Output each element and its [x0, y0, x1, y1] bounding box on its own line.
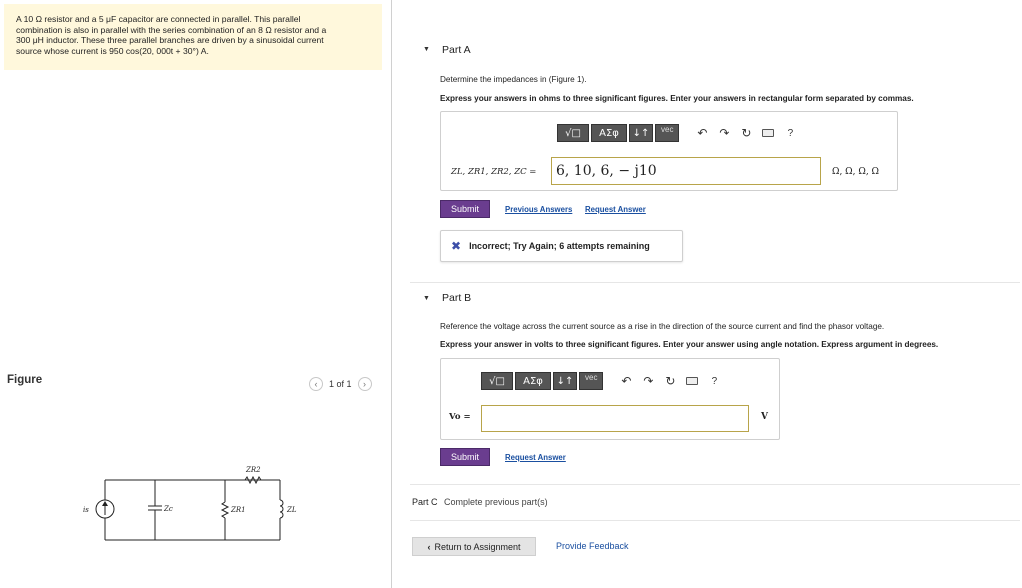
part-c-title: Part C: [412, 497, 438, 507]
vec-button[interactable]: vec: [655, 124, 680, 142]
part-b-caret-icon[interactable]: ▼: [423, 295, 430, 302]
keyboard-icon[interactable]: [757, 124, 779, 142]
part-a-submit-button[interactable]: Submit: [440, 200, 490, 218]
part-b-answer-input[interactable]: [481, 405, 749, 432]
greek-button[interactable]: ΑΣφ: [591, 124, 627, 142]
keyboard-icon[interactable]: [681, 372, 703, 390]
zr1-label: ZR1: [230, 506, 246, 514]
previous-answers-link[interactable]: Previous Answers: [505, 205, 572, 214]
part-b-express: Express your answer in volts to three si…: [440, 340, 939, 349]
greek-button[interactable]: ΑΣφ: [515, 372, 551, 390]
reset-icon[interactable]: ↻: [659, 372, 681, 390]
undo-icon[interactable]: ↶: [615, 372, 637, 390]
part-a-caret-icon[interactable]: ▼: [423, 46, 430, 53]
figure-pager: ‹ 1 of 1 ›: [309, 376, 372, 392]
part-b-request-answer-link[interactable]: Request Answer: [505, 453, 566, 462]
part-b-submit-button[interactable]: Submit: [440, 448, 490, 466]
arrows-button[interactable]: ↓↑: [553, 372, 577, 390]
problem-statement: A 10 Ω resistor and a 5 μF capacitor are…: [4, 4, 382, 70]
provide-feedback-link[interactable]: Provide Feedback: [556, 541, 629, 551]
help-icon[interactable]: ?: [779, 124, 801, 142]
zr2-label: ZR2: [245, 466, 261, 474]
return-to-assignment-button[interactable]: ‹ Return to Assignment: [412, 537, 536, 556]
chevron-right-icon[interactable]: ›: [357, 377, 372, 391]
part-a-answer-box: √□ ΑΣφ ↓↑ vec ↶ ↷ ↻ ? ZL, ZR1, ZR2, ZC =…: [440, 111, 898, 191]
problem-line: combination is also in parallel with the…: [16, 24, 327, 35]
left-panel: A 10 Ω resistor and a 5 μF capacitor are…: [0, 0, 392, 588]
part-a-instruction: Determine the impedances in (Figure 1).: [440, 75, 587, 84]
undo-icon[interactable]: ↶: [691, 124, 713, 142]
part-a-answer-input[interactable]: 6, 10, 6, − j10: [551, 157, 821, 185]
part-a-math-label: ZL, ZR1, ZR2, ZC =: [451, 167, 537, 177]
redo-icon[interactable]: ↷: [713, 124, 735, 142]
part-a-units: Ω, Ω, Ω, Ω: [832, 167, 880, 177]
separator: [410, 484, 1020, 485]
arrows-button[interactable]: ↓↑: [629, 124, 653, 142]
templates-button[interactable]: √□: [557, 124, 589, 142]
part-a-express: Express your answers in ohms to three si…: [440, 94, 914, 103]
part-b-math-label: Vo =: [449, 412, 471, 422]
part-c-row: Part C Complete previous part(s): [412, 497, 548, 507]
separator: [410, 282, 1020, 283]
part-b-toolbar: √□ ΑΣφ ↓↑ vec ↶ ↷ ↻ ?: [481, 372, 725, 390]
problem-line: 300 μH inductor. These three parallel br…: [16, 35, 324, 46]
circuit-diagram: is Zc ZR1 ZR2 ZL: [83, 466, 297, 541]
help-icon[interactable]: ?: [703, 372, 725, 390]
part-b-instruction: Reference the voltage across the current…: [440, 322, 885, 331]
zl-label: ZL: [286, 506, 297, 514]
source-label: is: [83, 506, 89, 514]
zc-label: Zc: [163, 505, 173, 513]
part-a-title[interactable]: Part A: [442, 44, 471, 56]
feedback-text: Incorrect; Try Again; 6 attempts remaini…: [469, 241, 650, 251]
chevron-left-icon: ‹: [427, 541, 431, 552]
part-a-feedback: ✖ Incorrect; Try Again; 6 attempts remai…: [440, 230, 683, 262]
redo-icon[interactable]: ↷: [637, 372, 659, 390]
reset-icon[interactable]: ↻: [735, 124, 757, 142]
return-label: Return to Assignment: [434, 541, 521, 552]
figure-label: Figure: [7, 374, 43, 386]
templates-button[interactable]: √□: [481, 372, 513, 390]
problem-line: source whose current is 950 cos(20, 000t…: [16, 45, 209, 56]
separator: [410, 520, 1020, 521]
part-b-units: V: [761, 412, 768, 422]
incorrect-x-icon: ✖: [451, 239, 462, 253]
problem-line: A 10 Ω resistor and a 5 μF capacitor are…: [16, 14, 301, 24]
part-a-toolbar: √□ ΑΣφ ↓↑ vec ↶ ↷ ↻ ?: [557, 124, 801, 142]
part-a-request-answer-link[interactable]: Request Answer: [585, 205, 646, 214]
chevron-left-icon[interactable]: ‹: [309, 377, 323, 391]
vec-button[interactable]: vec: [579, 372, 604, 390]
part-b-answer-box: √□ ΑΣφ ↓↑ vec ↶ ↷ ↻ ? Vo = V: [440, 358, 780, 440]
part-b-title[interactable]: Part B: [442, 292, 471, 304]
pager-text: 1 of 1: [329, 379, 352, 389]
part-c-status: Complete previous part(s): [444, 497, 548, 507]
